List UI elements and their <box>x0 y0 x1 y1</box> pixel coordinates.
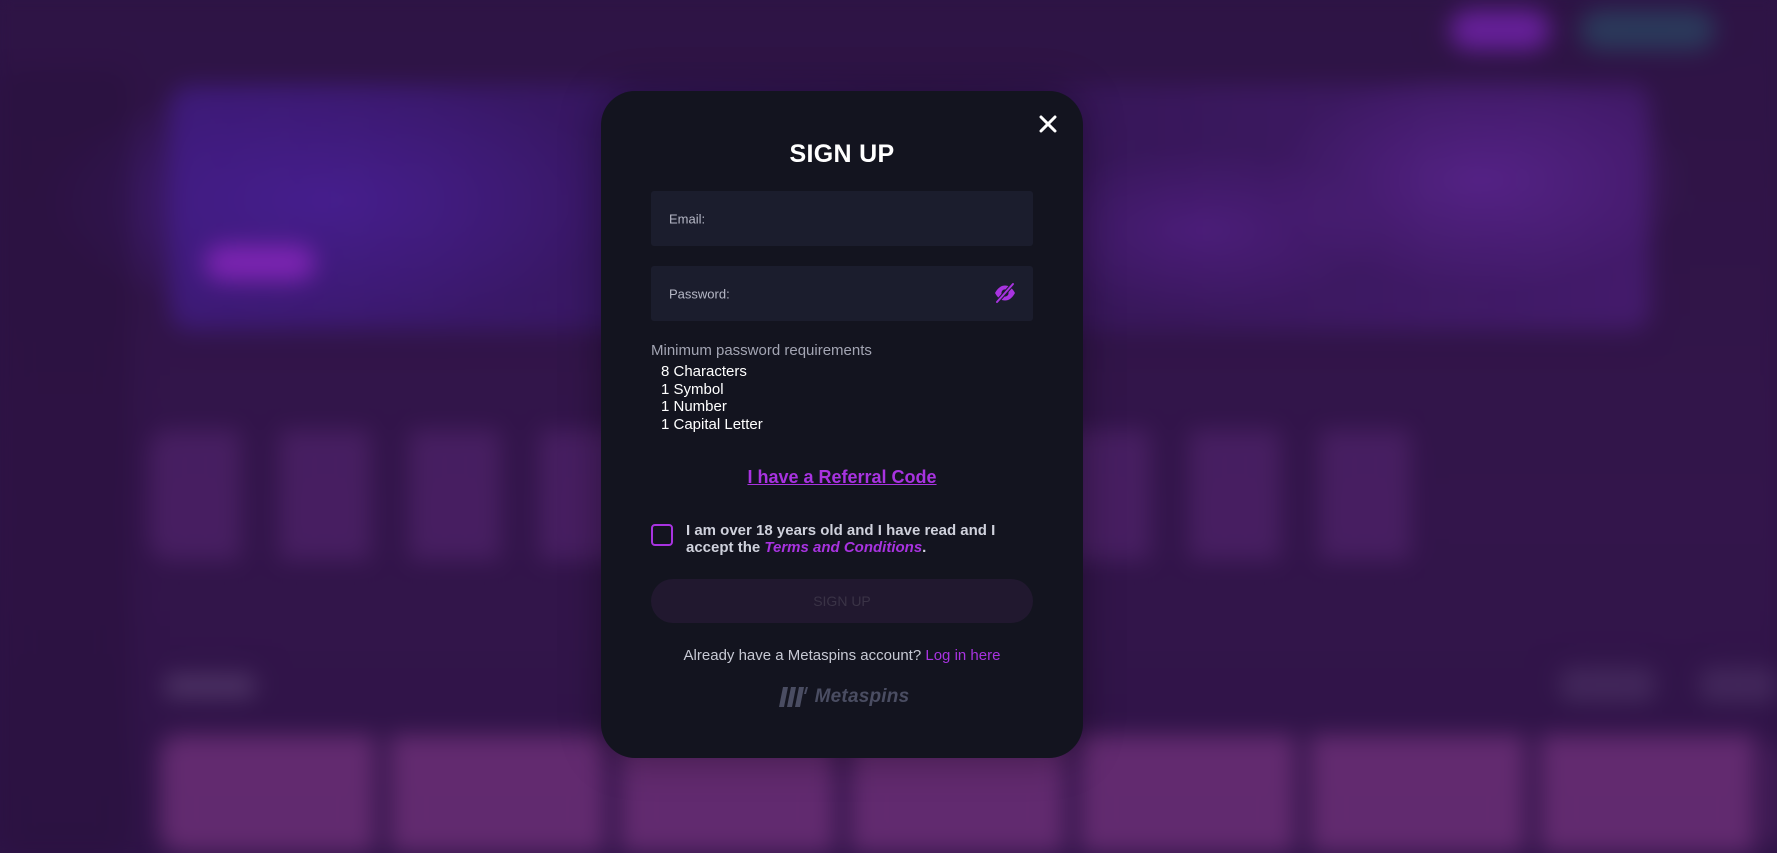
bg-button <box>1450 10 1550 50</box>
bg-sidebar <box>0 70 130 853</box>
metaspins-logo: Metaspins <box>601 686 1083 708</box>
terms-text: I am over 18 years old and I have read a… <box>686 522 1036 556</box>
requirement-item: 1 Number <box>661 398 727 416</box>
password-field[interactable]: Password: <box>651 266 1033 323</box>
bg-label <box>1700 668 1777 702</box>
referral-code-link[interactable]: I have a Referral Code <box>601 467 1083 488</box>
email-field[interactable]: Email: <box>651 191 1033 248</box>
password-input[interactable] <box>741 266 983 323</box>
close-button[interactable] <box>1035 111 1061 137</box>
signup-submit-button[interactable]: SIGN UP <box>651 579 1033 623</box>
email-input[interactable] <box>741 191 983 248</box>
login-link[interactable]: Log in here <box>925 647 1000 664</box>
bg-label <box>165 675 255 697</box>
close-icon <box>1039 115 1057 133</box>
terms-and-conditions-link[interactable]: Terms and Conditions <box>764 539 922 556</box>
email-label: Email: <box>669 211 706 226</box>
age-terms-checkbox[interactable] <box>651 524 673 546</box>
requirement-item: 1 Symbol <box>661 380 724 398</box>
metaspins-logo-icon <box>778 687 808 707</box>
bg-button <box>1580 10 1715 50</box>
bg-label <box>1560 668 1655 702</box>
login-prompt-text: Already have a Metaspins account? <box>683 647 922 664</box>
eye-slash-icon <box>995 282 1015 304</box>
modal-title: SIGN UP <box>789 140 895 168</box>
requirement-item: 1 Capital Letter <box>661 416 763 434</box>
signup-modal: SIGN UP Email: Password: Minimum passwor… <box>601 91 1083 758</box>
password-label: Password: <box>669 286 730 301</box>
toggle-password-visibility-button[interactable] <box>993 282 1017 304</box>
terms-suffix: . <box>922 539 927 556</box>
requirement-item: 8 Characters <box>661 363 747 380</box>
login-prompt: Already have a Metaspins account? Log in… <box>601 647 1083 664</box>
password-requirements-title: Minimum password requirements <box>651 342 872 359</box>
password-requirements-list: 8 Characters 1 Symbol 1 Number 1 Capital… <box>661 363 763 434</box>
bg-cta <box>205 245 315 281</box>
logo-text: Metaspins <box>814 686 910 707</box>
